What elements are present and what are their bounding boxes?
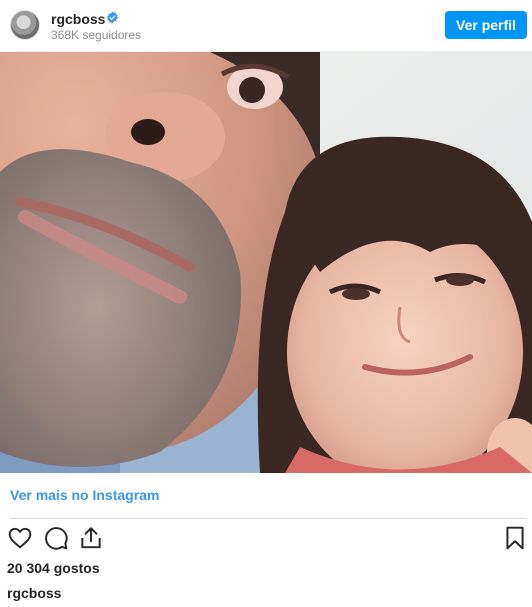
heart-icon (8, 527, 32, 549)
share-icon (81, 527, 101, 549)
save-button[interactable] (502, 525, 528, 551)
comment-button[interactable] (43, 525, 69, 551)
caption-username[interactable]: rgcboss (7, 585, 61, 601)
post-header: rgcboss 368K seguidores Ver perfil (0, 0, 532, 52)
username[interactable]: rgcboss (51, 11, 105, 27)
comment-icon (45, 527, 68, 550)
like-count[interactable]: 20 304 gostos (7, 560, 100, 576)
verified-badge-icon (107, 11, 118, 24)
like-button[interactable] (7, 525, 33, 551)
view-profile-button[interactable]: Ver perfil (445, 11, 527, 39)
post-photo-illustration (0, 52, 532, 473)
share-button[interactable] (78, 525, 104, 551)
bookmark-icon (506, 526, 524, 550)
view-on-instagram-link[interactable]: Ver mais no Instagram (10, 487, 159, 503)
divider (10, 518, 527, 519)
follower-count: 368K seguidores (51, 28, 142, 42)
avatar[interactable] (10, 10, 40, 40)
post-image[interactable] (0, 52, 532, 473)
